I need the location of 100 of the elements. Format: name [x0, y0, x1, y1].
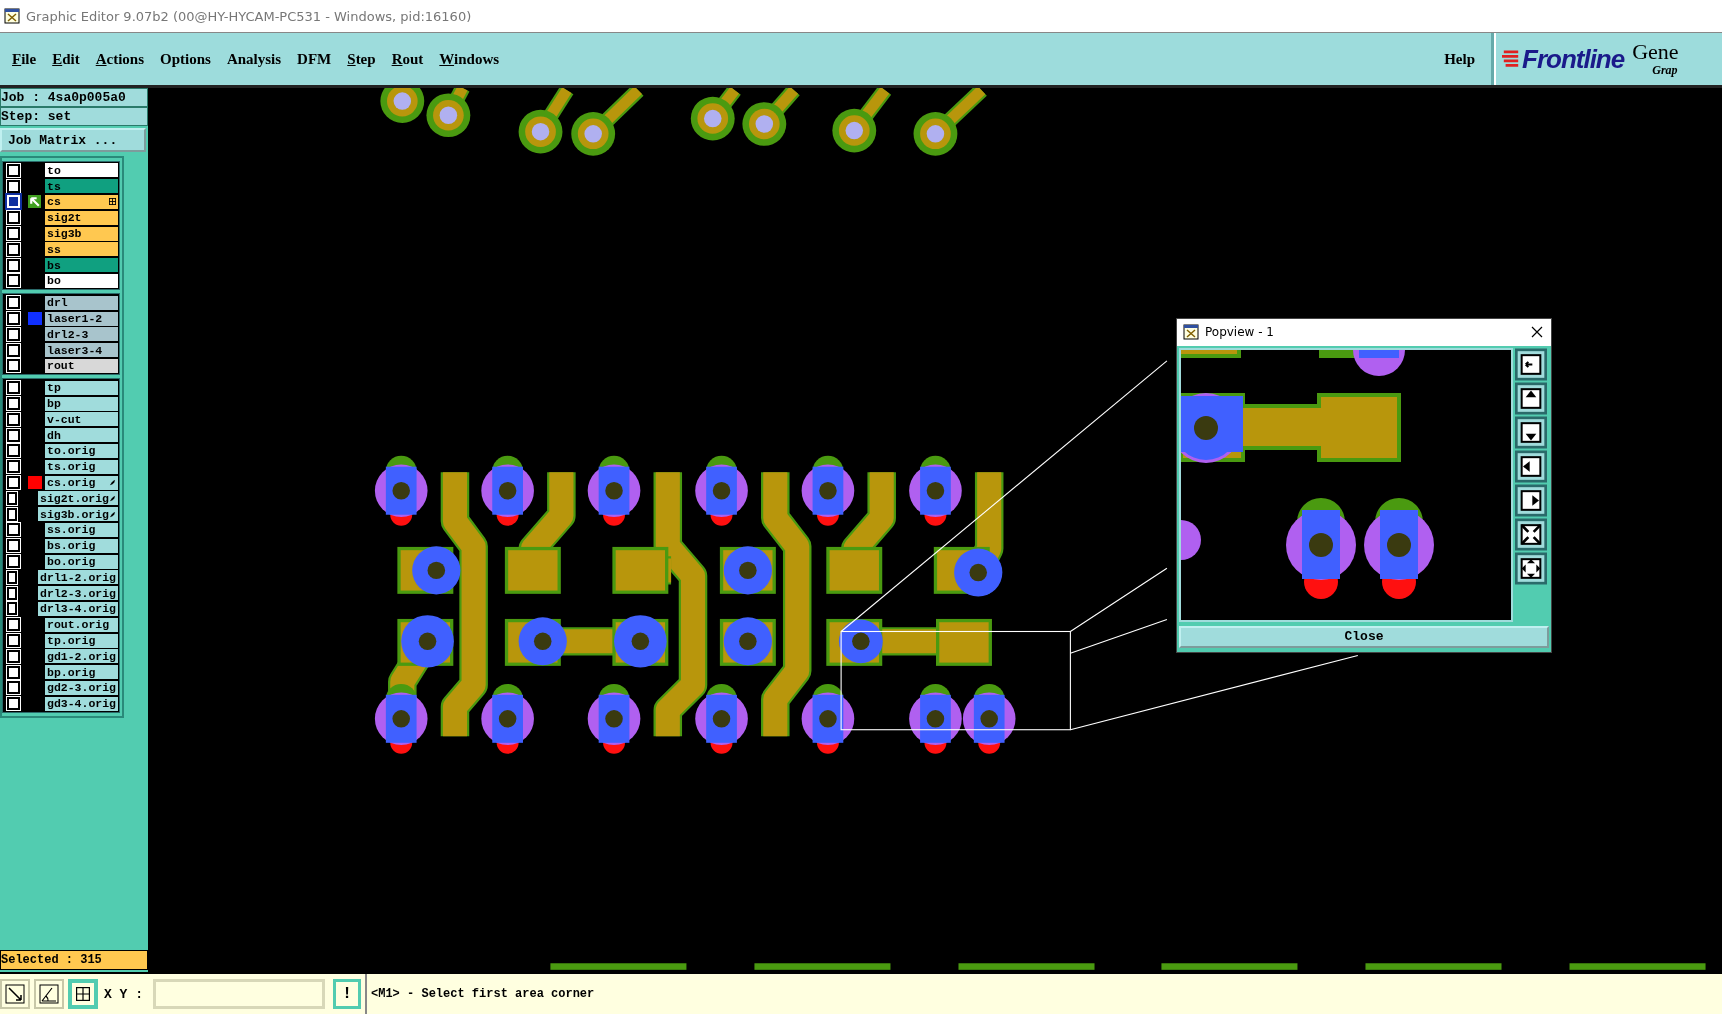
layer-name[interactable]: to	[45, 163, 118, 178]
layer-name[interactable]: ss.orig	[45, 522, 118, 537]
grid-icon[interactable]	[68, 979, 98, 1009]
layer-name[interactable]: drl1-2.orig	[38, 570, 118, 585]
layer-name[interactable]: bp	[45, 396, 118, 411]
layer-name[interactable]: rout.orig	[45, 617, 118, 632]
pan-right-icon[interactable]	[1515, 483, 1547, 517]
layer-checkbox[interactable]	[7, 507, 18, 521]
zoom-out-icon[interactable]	[1515, 551, 1547, 585]
status-message: <M1> - Select first area corner	[365, 974, 1722, 1014]
layer-checkbox[interactable]	[7, 343, 20, 357]
layer-checkbox[interactable]	[7, 570, 18, 584]
layer-name[interactable]: to.orig	[45, 443, 118, 458]
layer-checkbox[interactable]	[7, 444, 20, 458]
layer-name[interactable]: rout	[45, 358, 118, 373]
layer-name[interactable]: ts	[45, 179, 118, 194]
close-icon[interactable]	[1531, 326, 1543, 339]
pan-down-icon[interactable]	[1515, 415, 1547, 449]
layer-checkbox[interactable]	[7, 602, 18, 616]
layer-checkbox[interactable]	[7, 211, 20, 225]
layer-name[interactable]: cs	[45, 195, 118, 209]
layer-name[interactable]: dh	[45, 428, 118, 443]
layer-checkbox[interactable]	[7, 381, 20, 395]
menu-item[interactable]: File	[4, 33, 45, 85]
layer-name[interactable]: gd1-2.orig	[45, 649, 118, 664]
layer-checkbox[interactable]	[7, 539, 20, 553]
menu-item[interactable]: Windows	[431, 33, 508, 85]
layer-name[interactable]: bp.orig	[45, 665, 118, 680]
menu-item[interactable]: Options	[152, 33, 219, 85]
via-pad	[412, 546, 461, 595]
layer-checkbox[interactable]	[7, 227, 20, 241]
layer-name[interactable]: laser3-4	[45, 343, 118, 358]
restore-view-icon[interactable]	[1515, 347, 1547, 381]
via-pad	[518, 109, 563, 154]
layer-checkbox[interactable]	[7, 412, 20, 426]
zoom-in-icon[interactable]	[1515, 517, 1547, 551]
layer-checkbox[interactable]	[7, 359, 20, 373]
xy-input-field[interactable]	[153, 979, 325, 1009]
layer-checkbox[interactable]	[7, 163, 20, 177]
layer-checkbox[interactable]	[7, 312, 20, 326]
layer-name[interactable]: drl2-3.orig	[38, 586, 118, 601]
layer-name[interactable]: sig3b	[45, 226, 118, 241]
angle-icon[interactable]	[34, 979, 64, 1009]
layer-name[interactable]: gd3-4.orig	[45, 696, 118, 711]
via-pad	[909, 683, 962, 754]
layer-name[interactable]: drl2-3	[45, 327, 118, 342]
layer-name[interactable]: tp.orig	[45, 633, 118, 648]
layer-name[interactable]: ss	[45, 242, 118, 257]
layer-checkbox[interactable]	[7, 460, 20, 474]
app-icon	[4, 8, 20, 24]
menu-item[interactable]: Rout	[383, 33, 432, 85]
alert-button[interactable]: !	[333, 979, 361, 1009]
layer-name[interactable]: sig3b.orig	[38, 507, 118, 522]
layer-name[interactable]: bs	[45, 258, 118, 273]
layer-checkbox[interactable]	[7, 555, 20, 568]
layer-checkbox[interactable]	[7, 681, 20, 695]
via-pad	[481, 683, 534, 754]
layer-checkbox[interactable]	[7, 258, 20, 272]
layer-checkbox[interactable]	[7, 274, 20, 288]
pan-left-icon[interactable]	[1515, 449, 1547, 483]
layer-checkbox[interactable]	[7, 523, 20, 537]
layer-name[interactable]: sig2t.orig	[38, 491, 118, 506]
layer-name[interactable]: bo	[45, 273, 118, 288]
menu-item[interactable]: Analysis	[218, 33, 290, 85]
layer-checkbox[interactable]	[7, 491, 18, 505]
pan-up-icon[interactable]	[1515, 381, 1547, 415]
layer-checkbox[interactable]	[7, 476, 20, 490]
layer-name[interactable]: tp	[45, 380, 118, 395]
menu-item[interactable]: Actions	[87, 33, 153, 85]
menu-item[interactable]: Edit	[44, 33, 88, 85]
via-pad	[587, 683, 641, 754]
layer-checkbox[interactable]	[7, 242, 20, 256]
layer-name[interactable]: drl3-4.orig	[38, 601, 118, 616]
layer-name[interactable]: bs.orig	[45, 538, 118, 553]
layer-checkbox[interactable]	[7, 649, 20, 663]
layer-checkbox[interactable]	[7, 179, 20, 193]
layer-name[interactable]: gd2-3.orig	[45, 680, 118, 695]
layer-checkbox[interactable]	[7, 428, 20, 442]
layer-checkbox[interactable]	[7, 697, 20, 711]
via-pad	[587, 455, 641, 526]
layer-checkbox[interactable]	[7, 397, 20, 411]
layer-checkbox[interactable]	[7, 327, 20, 341]
layer-name[interactable]: drl	[45, 295, 118, 310]
close-button[interactable]: Close	[1179, 625, 1549, 648]
layer-name[interactable]: bo.orig	[45, 554, 118, 569]
job-matrix-button[interactable]: Job Matrix ...	[0, 128, 146, 152]
layer-name[interactable]: ts.orig	[45, 459, 118, 474]
via-pad	[838, 619, 883, 664]
layer-checkbox[interactable]	[7, 618, 20, 632]
layer-checkbox[interactable]	[7, 634, 20, 647]
layer-checkbox[interactable]	[7, 586, 18, 600]
layer-name[interactable]: cs.orig	[45, 475, 118, 490]
layer-checkbox[interactable]	[7, 296, 20, 310]
menu-item[interactable]: DFM	[289, 33, 340, 85]
layer-checkbox[interactable]	[7, 665, 20, 679]
menu-item[interactable]: Step	[339, 33, 384, 85]
layer-name[interactable]: v-cut	[45, 412, 118, 427]
layer-name[interactable]: sig2t	[45, 210, 118, 225]
window-title: Graphic Editor 9.07b2 (00@HY-HYCAM-PC531 - Windows, pid:16160)	[26, 8, 472, 24]
layer-name[interactable]: laser1-2	[45, 311, 118, 326]
